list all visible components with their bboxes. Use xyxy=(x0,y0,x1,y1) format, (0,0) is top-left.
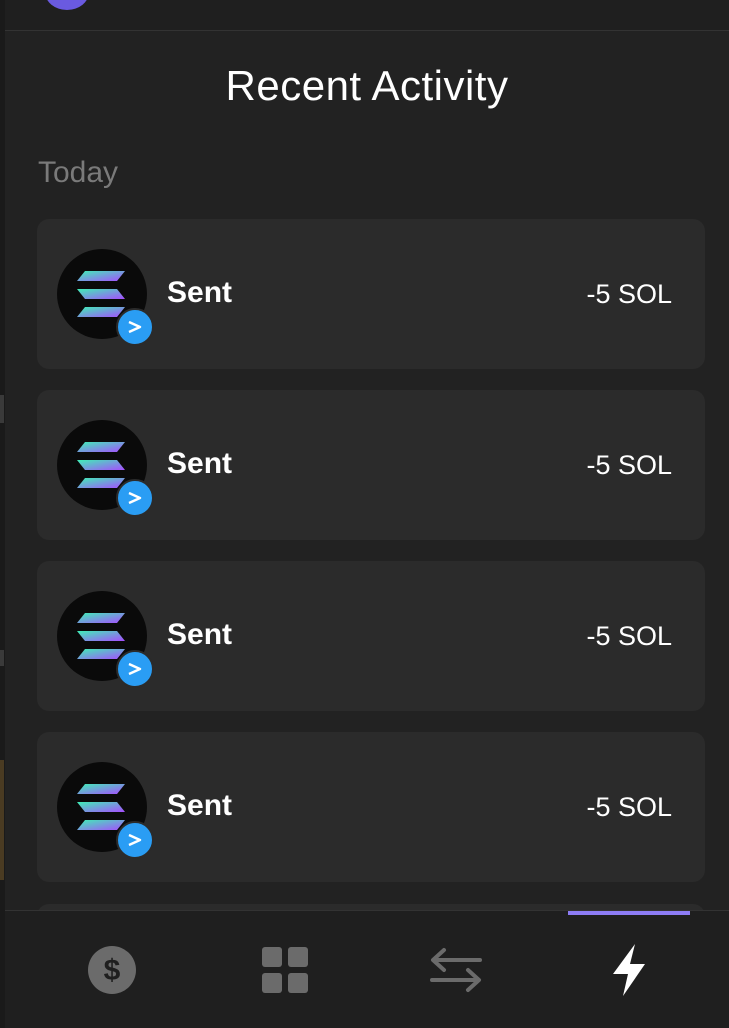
activity-item[interactable]: Sent -5 SOL xyxy=(37,732,705,882)
nav-tab-activity[interactable] xyxy=(568,911,690,1028)
activity-amount: -5 SOL xyxy=(586,450,672,480)
bottom-nav: $ xyxy=(5,910,729,1028)
lightning-icon xyxy=(613,944,645,996)
send-arrow-icon xyxy=(116,308,154,346)
wallet-panel: Recent Activity Today Sent -5 SOL Sent -… xyxy=(0,0,729,1028)
activity-item[interactable]: Sent -5 SOL xyxy=(37,390,705,540)
activity-item[interactable]: Sent -5 SOL xyxy=(37,219,705,369)
page-title: Recent Activity xyxy=(225,62,509,109)
send-arrow-icon xyxy=(116,821,154,859)
activity-amount: -5 SOL xyxy=(586,279,672,309)
send-arrow-icon xyxy=(116,479,154,517)
activity-label: Sent xyxy=(167,789,233,822)
nav-tab-collectibles[interactable] xyxy=(224,911,346,1028)
activity-item[interactable]: Sent -5 SOL xyxy=(37,561,705,711)
top-bar xyxy=(5,0,729,31)
activity-amount: -5 SOL xyxy=(586,792,672,822)
svg-text:$: $ xyxy=(104,954,121,987)
activity-label: Sent xyxy=(167,276,233,309)
grid-icon xyxy=(262,947,308,993)
activity-amount: -5 SOL xyxy=(586,621,672,651)
send-arrow-icon xyxy=(116,650,154,688)
activity-label: Sent xyxy=(167,447,233,480)
nav-tab-swap[interactable] xyxy=(395,911,517,1028)
activity-list: Sent -5 SOL Sent -5 SOL Sent -5 SOL Sent… xyxy=(37,219,705,903)
section-label-today: Today xyxy=(38,156,119,189)
account-avatar[interactable] xyxy=(45,0,89,10)
dollar-coin-icon: $ xyxy=(88,946,136,994)
swap-arrows-icon xyxy=(430,948,482,992)
left-edge-strip xyxy=(0,0,5,1028)
activity-label: Sent xyxy=(167,618,233,651)
nav-tab-balance[interactable]: $ xyxy=(51,911,173,1028)
active-tab-indicator xyxy=(568,911,690,915)
